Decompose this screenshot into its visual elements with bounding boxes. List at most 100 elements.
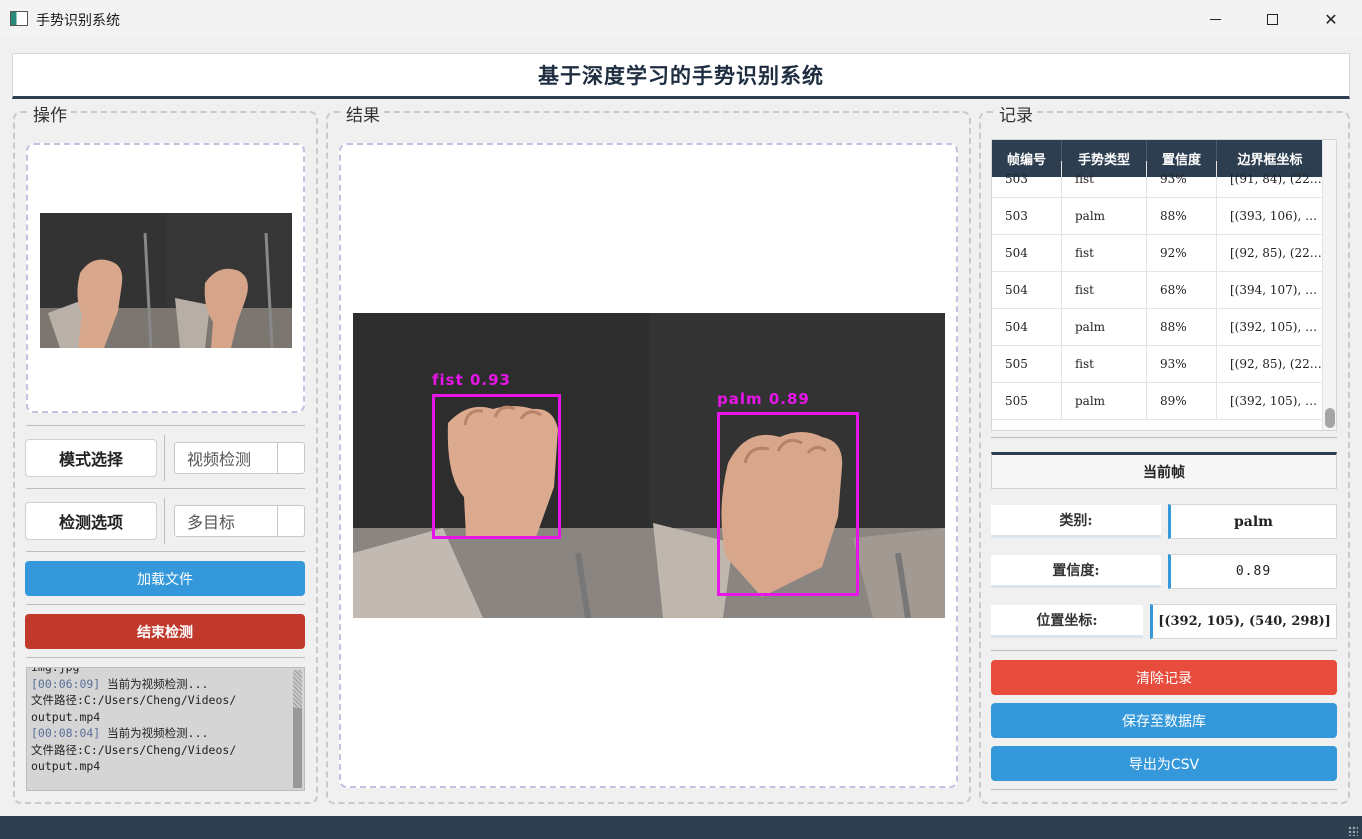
current-frame-header: 当前帧: [991, 452, 1337, 489]
table-cell: [(91, 84), (22…: [1217, 161, 1324, 197]
table-cell: 504: [992, 272, 1062, 308]
clear-records-button[interactable]: 清除记录: [991, 660, 1337, 695]
category-value: palm: [1168, 504, 1337, 539]
table-cell: 88%: [1147, 198, 1217, 234]
position-label: 位置坐标:: [991, 605, 1143, 638]
table-cell: fist: [1062, 272, 1147, 308]
log-line: output.mp4: [31, 758, 292, 775]
app-icon: [10, 11, 28, 26]
table-scrollbar-thumb[interactable]: [1325, 408, 1335, 428]
log-text: 当前为视频检测...: [100, 726, 209, 740]
divider: [991, 437, 1337, 438]
table-row[interactable]: 504 fist 68% [(394, 107), …: [992, 272, 1324, 309]
result-image: fist 0.93 palm 0.89: [353, 313, 945, 618]
log-console[interactable]: img.jpg [00:06:09] 当前为视频检测... 文件路径:C:/User…: [26, 667, 305, 791]
table-cell: 88%: [1147, 309, 1217, 345]
table-body: 503 fist 93% [(91, 84), (22… 503 palm 88% [(393…: [992, 161, 1324, 420]
divider: [164, 498, 165, 544]
table-cell: [(392, 105), …: [1217, 383, 1324, 419]
table-row[interactable]: 504 palm 88% [(392, 105), …: [992, 309, 1324, 346]
table-cell: 503: [992, 198, 1062, 234]
table-cell: palm: [1062, 309, 1147, 345]
detection-box: [432, 394, 561, 539]
records-group-title: 记录: [995, 101, 1037, 126]
close-icon: ✕: [1324, 9, 1338, 29]
load-file-button[interactable]: 加载文件: [25, 561, 305, 596]
log-line: 文件路径:C:/Users/Cheng/Videos/: [31, 742, 292, 759]
page-title: 基于深度学习的手势识别系统: [538, 63, 824, 88]
mode-combo[interactable]: 视频检测: [174, 442, 305, 474]
detect-option-button[interactable]: 检测选项: [25, 502, 157, 540]
resize-grip-icon[interactable]: [1348, 826, 1358, 836]
mode-combo-value: 视频检测: [187, 450, 252, 469]
result-group-title: 结果: [342, 101, 384, 126]
table-scrollbar-track[interactable]: [1322, 140, 1336, 430]
table-cell: 504: [992, 235, 1062, 271]
chevron-down-icon[interactable]: [277, 443, 304, 473]
table-cell: 92%: [1147, 235, 1217, 271]
title-bar: 手势识别系统 ✕: [0, 0, 1362, 38]
table-row[interactable]: 505 fist 93% [(92, 85), (22…: [992, 346, 1324, 383]
table-cell: [(392, 105), …: [1217, 309, 1324, 345]
log-timestamp: [00:06:09]: [31, 676, 101, 691]
export-csv-button[interactable]: 导出为CSV: [991, 746, 1337, 781]
table-cell: 505: [992, 346, 1062, 382]
detection-label: palm 0.89: [717, 390, 810, 408]
table-cell: 89%: [1147, 383, 1217, 419]
result-view: fist 0.93 palm 0.89: [339, 143, 958, 788]
divider: [991, 789, 1337, 790]
table-row[interactable]: 503 palm 88% [(393, 106), …: [992, 198, 1324, 235]
log-text: 文件路径:C:/Users/Cheng/Videos/: [31, 742, 237, 757]
table-cell: [(394, 107), …: [1217, 272, 1324, 308]
confidence-label: 置信度:: [991, 555, 1161, 588]
window-title: 手势识别系统: [36, 13, 120, 29]
save-to-database-button[interactable]: 保存至数据库: [991, 703, 1337, 738]
divider: [26, 425, 305, 426]
input-preview: [26, 143, 305, 413]
divider: [26, 551, 305, 552]
table-cell: fist: [1062, 161, 1147, 197]
table-row[interactable]: 505 palm 89% [(392, 105), …: [992, 383, 1324, 420]
log-line: [00:08:04] 当前为视频检测...: [31, 725, 292, 742]
table-cell: palm: [1062, 383, 1147, 419]
maximize-icon: [1266, 13, 1278, 25]
table-cell: 503: [992, 161, 1062, 197]
status-bar: [0, 816, 1362, 839]
table-row[interactable]: 503 fist 93% [(91, 84), (22…: [992, 161, 1324, 198]
log-line: img.jpg: [31, 667, 292, 676]
log-line: output.mp4: [31, 709, 292, 726]
table-cell: [(393, 106), …: [1217, 198, 1324, 234]
input-image: [40, 213, 292, 348]
header-banner: 基于深度学习的手势识别系统: [12, 53, 1350, 99]
log-text: 当前为视频检测...: [100, 676, 209, 691]
maximize-button[interactable]: [1243, 0, 1301, 38]
client-area: 基于深度学习的手势识别系统 操作 模式选择 视频检测 检测选项 多目标 加载文件…: [0, 38, 1362, 816]
records-table[interactable]: 帧编号 手势类型 置信度 边界框坐标 503 fist 93% [(91, 84), …: [991, 139, 1337, 431]
stop-detect-button[interactable]: 结束检测: [25, 614, 305, 649]
table-cell: fist: [1062, 346, 1147, 382]
log-scrollbar-thumb[interactable]: [293, 708, 302, 788]
log-text: img.jpg: [31, 667, 80, 674]
mode-select-button[interactable]: 模式选择: [25, 439, 157, 477]
table-cell: [(92, 85), (22…: [1217, 235, 1324, 271]
table-cell: [(92, 85), (22…: [1217, 346, 1324, 382]
detect-option-combo[interactable]: 多目标: [174, 505, 305, 537]
close-button[interactable]: ✕: [1302, 0, 1360, 38]
category-label: 类别:: [991, 505, 1161, 538]
confidence-value: 0.89: [1168, 554, 1337, 589]
divider: [26, 604, 305, 605]
log-text: output.mp4: [31, 759, 101, 773]
table-cell: palm: [1062, 198, 1147, 234]
table-cell: fist: [1062, 235, 1147, 271]
minimize-button[interactable]: [1186, 0, 1244, 38]
log-text: 文件路径:C:/Users/Cheng/Videos/: [31, 693, 237, 707]
table-cell: 93%: [1147, 161, 1217, 197]
table-row[interactable]: 504 fist 92% [(92, 85), (22…: [992, 235, 1324, 272]
minimize-icon: [1209, 18, 1221, 20]
ops-group-title: 操作: [29, 101, 71, 126]
position-value: [(392, 105), (540, 298)]: [1150, 604, 1337, 639]
log-line: 文件路径:C:/Users/Cheng/Videos/: [31, 692, 292, 709]
detection-box: [717, 412, 859, 596]
chevron-down-icon[interactable]: [277, 506, 304, 536]
table-cell: 68%: [1147, 272, 1217, 308]
